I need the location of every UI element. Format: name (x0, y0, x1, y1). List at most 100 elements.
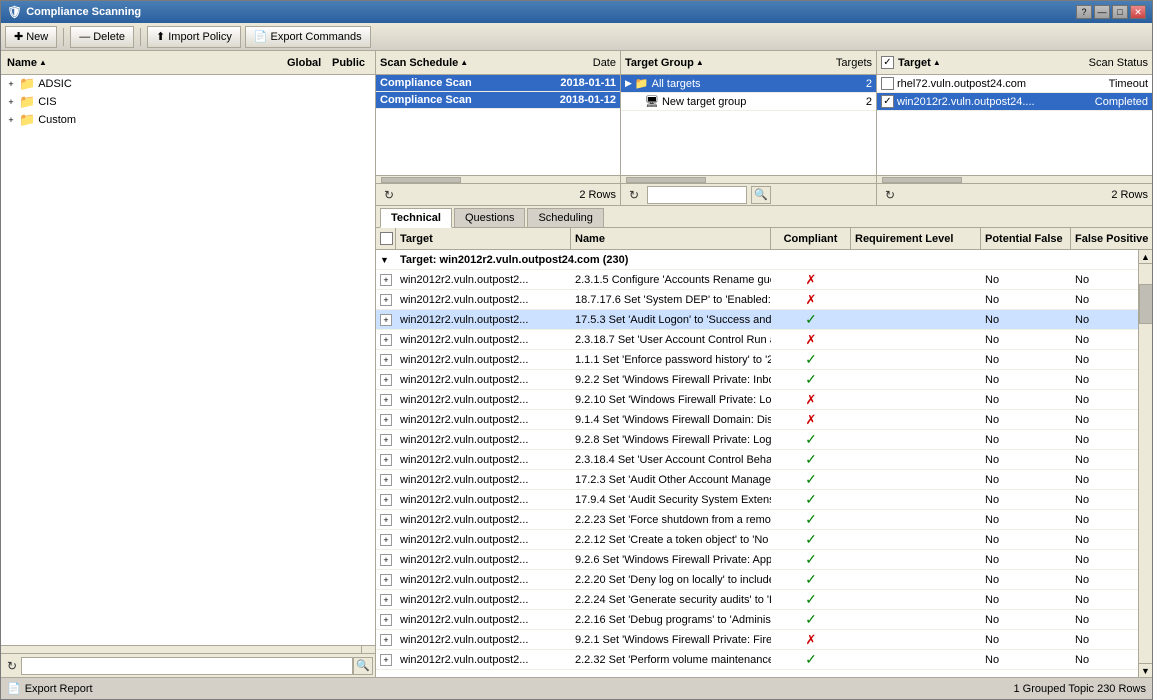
target-header[interactable]: Target (396, 228, 571, 249)
table-row[interactable]: + win2012r2.vuln.outpost2... 2.2.23 Set … (376, 510, 1138, 530)
table-row[interactable]: + win2012r2.vuln.outpost2... 9.2.6 Set '… (376, 550, 1138, 570)
table-row[interactable]: + win2012r2.vuln.outpost2... 18.7.17.6 S… (376, 290, 1138, 310)
row-expand-btn[interactable]: + (380, 534, 392, 546)
scan-schedule-title[interactable]: Scan Schedule ▲ (380, 57, 468, 69)
target-status-title[interactable]: Target ▲ (898, 57, 941, 69)
row-expand-btn[interactable]: + (380, 374, 392, 386)
row-expand-btn[interactable]: + (380, 314, 392, 326)
policy-tree[interactable]: + 📁 ADSIC + 📁 CIS + 📁 Custom (1, 75, 375, 645)
data-table-body[interactable]: ▼ Target: win2012r2.vuln.outpost24.com (… (376, 250, 1138, 677)
help-button[interactable]: ? (1076, 5, 1092, 19)
row-expand-btn[interactable]: + (380, 514, 392, 526)
status-hscroll[interactable] (877, 175, 1152, 183)
target-search-input[interactable] (647, 186, 747, 204)
row-expand-btn[interactable]: + (380, 394, 392, 406)
table-row[interactable]: + win2012r2.vuln.outpost2... 9.2.2 Set '… (376, 370, 1138, 390)
table-row[interactable]: + win2012r2.vuln.outpost2... 2.3.18.7 Se… (376, 330, 1138, 350)
target-checkbox-1[interactable] (881, 77, 894, 90)
row-expand-btn[interactable]: + (380, 494, 392, 506)
scan-row-2[interactable]: Compliance Scan 2018-01-12 (376, 92, 620, 109)
row-expand-btn[interactable]: + (380, 654, 392, 666)
table-row[interactable]: + win2012r2.vuln.outpost2... 2.2.32 Set … (376, 650, 1138, 670)
scan-refresh-button[interactable]: ↻ (380, 186, 398, 204)
row-expand-btn[interactable]: + (380, 614, 392, 626)
table-vscroll[interactable]: ▲ ▼ (1138, 250, 1152, 677)
pot-false-header[interactable]: Potential False (981, 228, 1071, 249)
scroll-thumb[interactable] (1139, 284, 1152, 324)
expand-icon: + (3, 79, 19, 89)
export-report-button[interactable]: 📄 Export Report (7, 682, 93, 695)
row-expand-btn[interactable]: + (380, 634, 392, 646)
row-expand-btn[interactable]: + (380, 294, 392, 306)
compliant-header[interactable]: Compliant (771, 228, 851, 249)
table-row[interactable]: + win2012r2.vuln.outpost2... 17.9.4 Set … (376, 490, 1138, 510)
name-header[interactable]: Name (571, 228, 771, 249)
left-vscroll[interactable] (1, 645, 375, 653)
row-expand-btn[interactable]: + (380, 354, 392, 366)
main-window: 🛡 Compliance Scanning ? — □ ✕ ✚ New — De… (0, 0, 1153, 700)
table-row[interactable]: + win2012r2.vuln.outpost2... 9.2.10 Set … (376, 390, 1138, 410)
table-row[interactable]: + win2012r2.vuln.outpost2... 9.2.8 Set '… (376, 430, 1138, 450)
row-expand-btn[interactable]: + (380, 474, 392, 486)
name-column-header[interactable]: Name ▲ (3, 55, 283, 71)
tree-item-adsic[interactable]: + 📁 ADSIC (1, 75, 375, 93)
row-expand-btn[interactable]: + (380, 454, 392, 466)
close-button[interactable]: ✕ (1130, 5, 1146, 19)
row-expand-btn[interactable]: + (380, 274, 392, 286)
export-icon: 📄 (254, 30, 268, 43)
export-commands-button[interactable]: 📄 Export Commands (245, 26, 371, 48)
table-row[interactable]: + win2012r2.vuln.outpost2... 2.2.24 Set … (376, 590, 1138, 610)
tree-item-cis[interactable]: + 📁 CIS (1, 93, 375, 111)
table-row[interactable]: + win2012r2.vuln.outpost2... 2.3.1.5 Con… (376, 270, 1138, 290)
table-row[interactable]: + win2012r2.vuln.outpost2... 2.2.20 Set … (376, 570, 1138, 590)
public-column-header[interactable]: Public (328, 55, 373, 71)
table-row[interactable]: + win2012r2.vuln.outpost2... 2.2.12 Set … (376, 530, 1138, 550)
req-level-header[interactable]: Requirement Level (851, 228, 981, 249)
target-hscroll[interactable] (621, 175, 876, 183)
search-button[interactable]: 🔍 (353, 657, 373, 675)
table-row[interactable]: + win2012r2.vuln.outpost2... 2.3.18.4 Se… (376, 450, 1138, 470)
refresh-button[interactable]: ↻ (3, 657, 21, 675)
tree-item-custom[interactable]: + 📁 Custom (1, 111, 375, 129)
table-row[interactable]: + win2012r2.vuln.outpost2... 9.2.1 Set '… (376, 630, 1138, 650)
table-row[interactable]: + win2012r2.vuln.outpost2... 17.5.3 Set … (376, 310, 1138, 330)
select-all-checkbox[interactable] (881, 56, 894, 69)
row-expand-btn[interactable]: + (380, 414, 392, 426)
target-checkbox-2[interactable] (881, 95, 894, 108)
row-expand-btn[interactable]: + (380, 554, 392, 566)
folder-icon: 📁 (19, 76, 35, 92)
tab-scheduling[interactable]: Scheduling (527, 208, 603, 227)
table-row[interactable]: + win2012r2.vuln.outpost2... 2.2.16 Set … (376, 610, 1138, 630)
delete-button[interactable]: — Delete (70, 26, 134, 48)
global-column-header[interactable]: Global (283, 55, 328, 71)
target-search-button[interactable]: 🔍 (751, 186, 771, 204)
tab-questions[interactable]: Questions (454, 208, 526, 227)
group-collapse-icon[interactable]: ▼ (380, 255, 389, 265)
table-row[interactable]: + win2012r2.vuln.outpost2... 9.1.4 Set '… (376, 410, 1138, 430)
folder-icon: 📁 (19, 94, 35, 110)
import-policy-button[interactable]: ⬆ Import Policy (147, 26, 241, 48)
target-refresh-button[interactable]: ↻ (625, 186, 643, 204)
target-group-title[interactable]: Target Group ▲ (625, 57, 704, 69)
target-status-row-1[interactable]: rhel72.vuln.outpost24.com Timeout (877, 75, 1152, 93)
row-expand-btn[interactable]: + (380, 574, 392, 586)
scan-hscroll[interactable] (376, 175, 620, 183)
target-row-all[interactable]: ▶ 📁 All targets 2 (621, 75, 876, 93)
target-row-new[interactable]: 🖥 New target group 2 (621, 93, 876, 111)
row-expand-btn[interactable]: + (380, 594, 392, 606)
select-all-rows-checkbox[interactable] (380, 232, 393, 245)
new-button[interactable]: ✚ New (5, 26, 57, 48)
maximize-button[interactable]: □ (1112, 5, 1128, 19)
row-expand-btn[interactable]: + (380, 334, 392, 346)
status-refresh-button[interactable]: ↻ (881, 186, 899, 204)
scan-row-1[interactable]: Compliance Scan 2018-01-11 (376, 75, 620, 92)
row-expand-btn[interactable]: + (380, 434, 392, 446)
table-row[interactable]: + win2012r2.vuln.outpost2... 1.1.1 Set '… (376, 350, 1138, 370)
search-input[interactable] (21, 657, 353, 675)
table-row[interactable]: + win2012r2.vuln.outpost2... 17.2.3 Set … (376, 470, 1138, 490)
target-status-row-2[interactable]: win2012r2.vuln.outpost24.... Completed (877, 93, 1152, 111)
minimize-button[interactable]: — (1094, 5, 1110, 19)
tab-technical[interactable]: Technical (380, 208, 452, 228)
group-header-row[interactable]: ▼ Target: win2012r2.vuln.outpost24.com (… (376, 250, 1138, 270)
false-pos-header[interactable]: False Positive (1071, 228, 1152, 249)
